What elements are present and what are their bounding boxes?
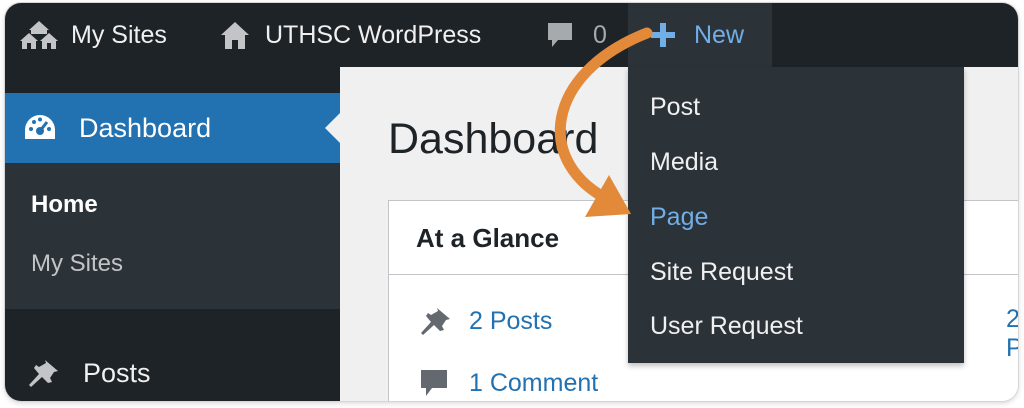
pushpin-icon (421, 308, 450, 335)
site-name-label: UTHSC WordPress (265, 20, 482, 49)
admin-bar-comments[interactable]: 0 (545, 3, 607, 67)
plus-icon (651, 23, 675, 47)
dashboard-gauge-icon (25, 115, 55, 139)
pushpin-icon (29, 360, 58, 387)
glance-posts-label: 2 Posts (469, 306, 553, 335)
new-menu-item-user-request[interactable]: User Request (650, 312, 803, 341)
submenu-item-home[interactable]: Home (31, 191, 98, 219)
widget-title: At a Glance (416, 223, 560, 253)
glance-posts-link[interactable]: 2 Posts (417, 305, 552, 337)
submenu-item-my-sites[interactable]: My Sites (31, 250, 123, 278)
page-title: Dashboard (388, 115, 599, 163)
sidebar-item-dashboard[interactable]: Dashboard (5, 93, 340, 163)
admin-sidebar: Dashboard Home My Sites Posts (5, 67, 341, 401)
multisite-icon (20, 21, 58, 49)
new-menu-item-site-request[interactable]: Site Request (650, 258, 793, 287)
current-menu-arrow (325, 112, 341, 144)
admin-bar: My Sites UTHSC WordPress 0 New (5, 3, 1018, 67)
dashboard-label: Dashboard (79, 112, 212, 143)
comments-count: 0 (593, 20, 607, 49)
new-menu-item-page[interactable]: Page (650, 203, 708, 232)
home-icon (221, 22, 249, 49)
glance-pages-link[interactable]: 27 Pa (1006, 305, 1018, 363)
admin-bar-my-sites[interactable]: My Sites (19, 3, 167, 67)
comment-bubble-icon (548, 23, 572, 47)
new-content-menu: Post Media Page Site Request User Reques… (628, 67, 964, 363)
dashboard-submenu: Home My Sites (5, 163, 340, 309)
posts-label: Posts (83, 357, 151, 388)
my-sites-label: My Sites (71, 20, 167, 49)
admin-bar-new[interactable]: New (628, 3, 772, 67)
new-menu-item-post[interactable]: Post (650, 93, 700, 122)
admin-bar-site-name[interactable]: UTHSC WordPress (219, 3, 481, 67)
sidebar-item-posts[interactable]: Posts (5, 345, 340, 401)
glance-comments-link[interactable]: 1 Comment (417, 367, 598, 399)
screenshot-frame: My Sites UTHSC WordPress 0 New Dashboard… (5, 3, 1018, 401)
glance-comments-label: 1 Comment (469, 368, 599, 397)
new-label: New (694, 20, 745, 49)
new-menu-item-media[interactable]: Media (650, 148, 718, 177)
comment-bubble-icon (421, 370, 447, 396)
